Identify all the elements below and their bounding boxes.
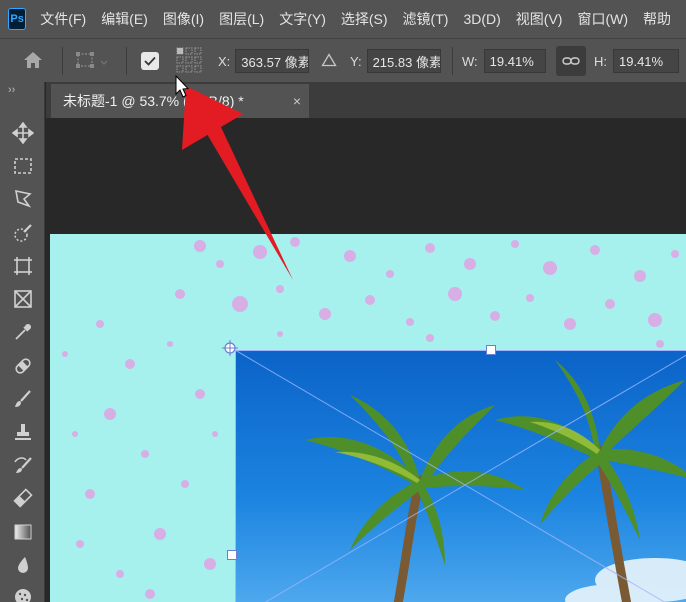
width-field[interactable]: 19.41%	[483, 49, 546, 73]
placed-photo[interactable]	[235, 350, 686, 602]
frame-icon	[12, 255, 34, 280]
tools-panel: ››	[0, 82, 45, 602]
transform-box-icon	[74, 50, 96, 73]
separator	[452, 47, 453, 75]
reference-point-handle[interactable]	[222, 340, 238, 356]
marquee-tool[interactable]	[8, 152, 38, 182]
frame-tool[interactable]	[8, 285, 38, 315]
history-brush-icon	[12, 454, 34, 479]
menu-file[interactable]: 文件(F)	[40, 9, 86, 29]
crop-tool[interactable]	[8, 252, 38, 282]
menu-image[interactable]: 图像(I)	[163, 9, 204, 29]
transform-handle-middle-left[interactable]	[227, 550, 237, 560]
lasso-tool[interactable]	[8, 185, 38, 215]
menu-select[interactable]: 选择(S)	[341, 9, 388, 29]
reference-point-checkbox[interactable]	[141, 52, 159, 70]
sponge-tool[interactable]	[8, 582, 38, 602]
rect-marquee-icon	[12, 155, 34, 180]
gradient-icon	[12, 521, 34, 546]
transform-handle-top-middle[interactable]	[486, 345, 496, 355]
relative-position-button[interactable]	[321, 39, 337, 83]
document-canvas[interactable]	[50, 234, 686, 602]
collapse-toggle[interactable]: ››	[8, 84, 15, 96]
clone-stamp-tool[interactable]	[8, 418, 38, 448]
menu-help[interactable]: 帮助	[643, 9, 671, 29]
history-brush-tool[interactable]	[8, 451, 38, 481]
document-tab[interactable]: 未标题-1 @ 53.7% (RGB/8) * ×	[51, 84, 309, 118]
y-position-group: Y: 215.83 像素	[350, 39, 441, 83]
eraser-icon	[12, 487, 34, 512]
x-position-group: X: 363.57 像素	[218, 39, 310, 83]
close-icon[interactable]: ×	[293, 93, 301, 109]
options-bar: X: 363.57 像素 Y: 215.83 像素 W: 19.41% H: 1…	[0, 38, 686, 82]
photoshop-logo: Ps	[8, 8, 27, 30]
blur-tool[interactable]	[8, 551, 38, 581]
canvas-workspace[interactable]	[46, 118, 686, 602]
x-label: X:	[218, 53, 231, 69]
menu-view[interactable]: 视图(V)	[516, 9, 563, 29]
eyedropper-icon	[12, 321, 34, 346]
document-tab-title: 未标题-1 @ 53.7% (RGB/8) *	[63, 93, 244, 109]
menu-layer[interactable]: 图层(L)	[219, 9, 264, 29]
link-icon	[562, 54, 580, 69]
height-field[interactable]: 19.41%	[613, 49, 679, 73]
move-tool[interactable]	[8, 119, 38, 149]
move-icon	[11, 121, 35, 147]
home-button[interactable]	[22, 39, 44, 83]
healing-brush-tool[interactable]	[8, 352, 38, 382]
quick-selection-icon	[12, 222, 34, 247]
separator	[126, 47, 127, 75]
reference-point-grid-icon	[176, 47, 202, 76]
menu-filter[interactable]: 滤镜(T)	[403, 9, 449, 29]
crosshair-icon	[222, 340, 238, 356]
bandage-icon	[12, 355, 34, 380]
stamp-icon	[12, 421, 34, 446]
frame-x-icon	[12, 288, 34, 313]
menu-type[interactable]: 文字(Y)	[279, 9, 326, 29]
maintain-aspect-ratio-button[interactable]	[556, 46, 586, 76]
delta-icon	[321, 52, 337, 70]
width-group: W: 19.41%	[462, 39, 546, 83]
menu-edit[interactable]: 编辑(E)	[101, 9, 148, 29]
x-position-field[interactable]: 363.57 像素	[235, 49, 310, 73]
brush-tool[interactable]	[8, 385, 38, 415]
menu-3d[interactable]: 3D(D)	[463, 11, 500, 27]
quick-selection-tool[interactable]	[8, 219, 38, 249]
reference-point-toggle	[141, 39, 159, 83]
chevron-down-icon	[100, 54, 108, 69]
w-label: W:	[462, 53, 478, 69]
h-label: H:	[594, 53, 607, 69]
y-position-field[interactable]: 215.83 像素	[366, 49, 441, 73]
height-group: H: 19.41%	[594, 39, 679, 83]
menu-window[interactable]: 窗口(W)	[577, 9, 628, 29]
menu-bar: Ps 文件(F) 编辑(E) 图像(I) 图层(L) 文字(Y) 选择(S) 滤…	[0, 0, 686, 38]
droplet-icon	[12, 554, 34, 579]
eyedropper-tool[interactable]	[8, 318, 38, 348]
document-tab-bar: 未标题-1 @ 53.7% (RGB/8) * ×	[46, 82, 686, 118]
link-group	[556, 39, 586, 83]
home-icon	[22, 50, 44, 73]
polygonal-lasso-icon	[12, 188, 34, 213]
eraser-tool[interactable]	[8, 484, 38, 514]
separator	[62, 47, 63, 75]
brush-icon	[12, 388, 34, 413]
palm-trees-image	[235, 350, 686, 602]
reference-point-grid[interactable]	[176, 39, 202, 83]
y-label: Y:	[350, 53, 362, 69]
transform-preset-button[interactable]	[74, 39, 108, 83]
sponge-icon	[12, 585, 34, 602]
gradient-tool[interactable]	[8, 518, 38, 548]
